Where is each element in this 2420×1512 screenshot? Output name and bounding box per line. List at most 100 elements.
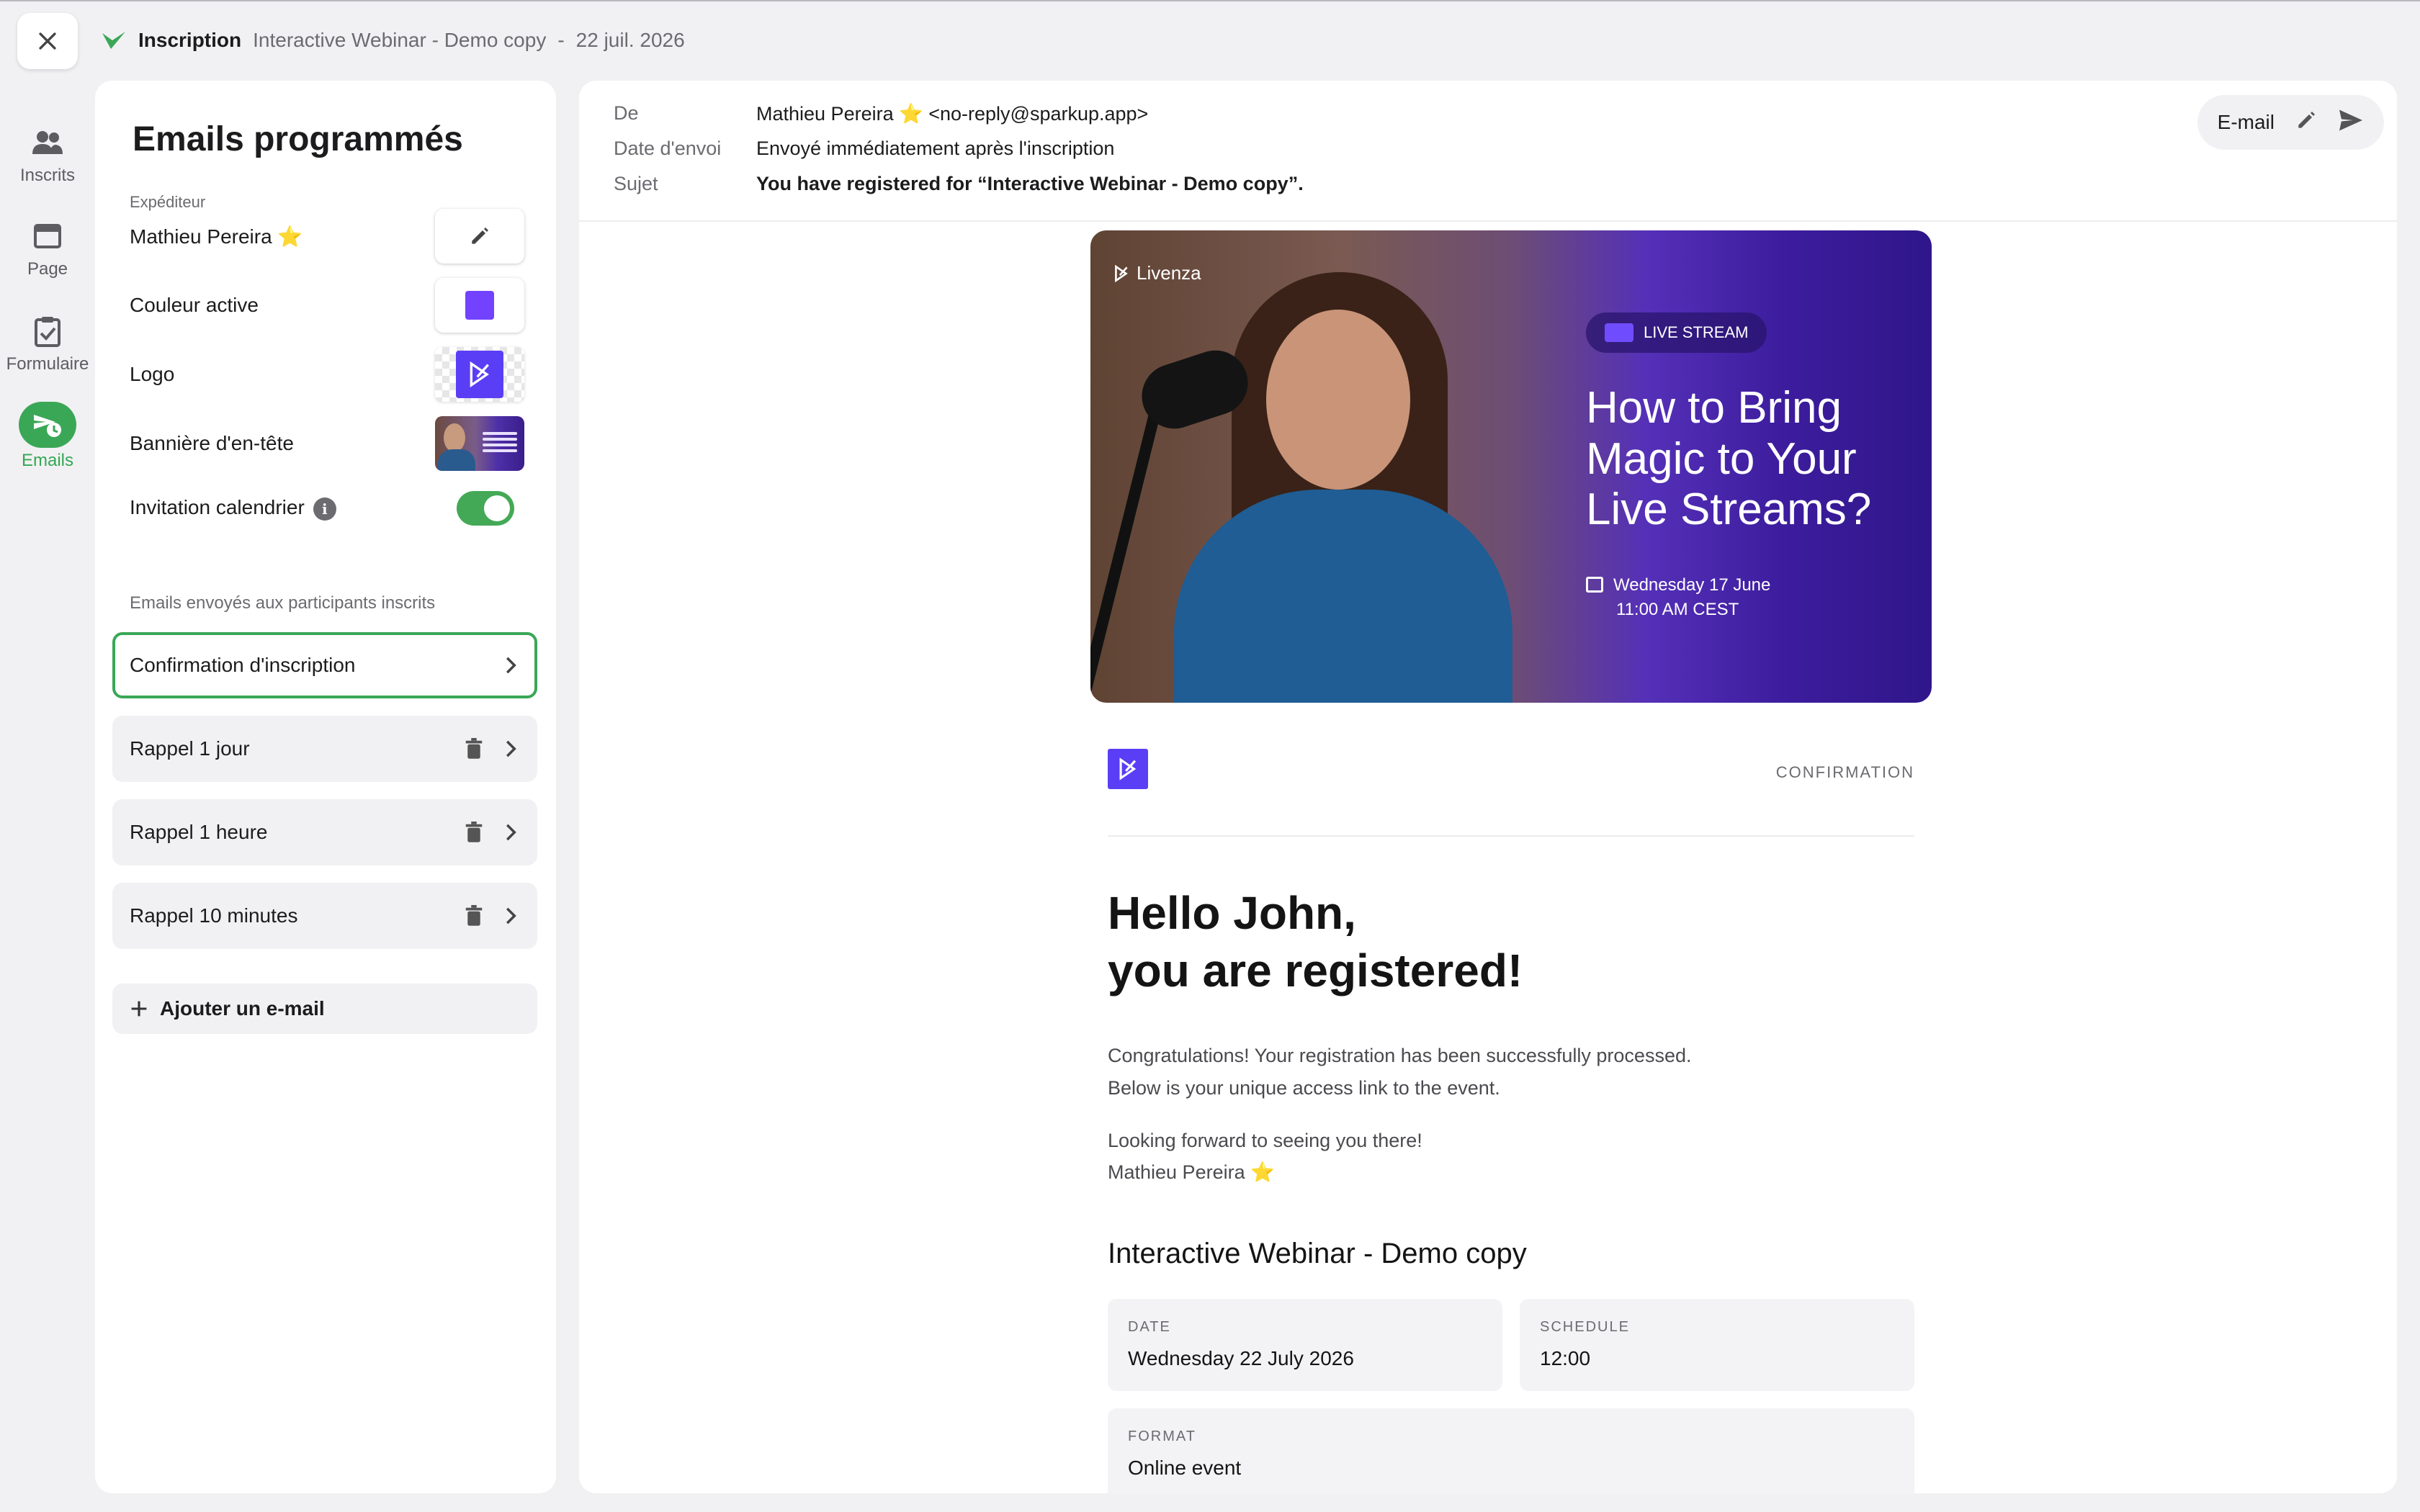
schedule-card: SCHEDULE 12:00 xyxy=(1520,1299,1914,1392)
nav-item-inscrits[interactable]: Inscrits xyxy=(0,122,95,186)
email-actions: E-mail xyxy=(2197,95,2384,150)
top-border xyxy=(0,0,2420,1)
nav-label-inscrits: Inscrits xyxy=(19,166,75,185)
email-logo-row: CONFIRMATION xyxy=(1108,703,1914,837)
chevron-right-icon xyxy=(503,656,520,675)
sender-row: Mathieu Pereira ⭐ xyxy=(130,207,524,265)
event-title: Interactive Webinar - Demo copy xyxy=(1108,1238,1527,1270)
live-stream-badge: LIVE STREAM xyxy=(1586,312,1767,353)
nav-label-formulaire: Formulaire xyxy=(6,354,89,374)
edit-sender-button[interactable] xyxy=(435,209,524,264)
email-item-confirmation[interactable]: Confirmation d'inscription xyxy=(112,632,537,698)
greeting-line-1: Hello John, xyxy=(1108,887,1356,939)
email-action-label: E-mail xyxy=(2217,111,2275,133)
add-email-label: Ajouter un e-mail xyxy=(160,997,325,1020)
scheduled-emails-panel: Emails programmés Expéditeur Mathieu Per… xyxy=(95,81,556,1493)
trash-icon[interactable] xyxy=(460,822,488,843)
breadcrumb: Inscription Interactive Webinar - Demo c… xyxy=(101,24,685,56)
chevron-right-icon xyxy=(503,906,520,925)
banner-row: Bannière d'en-tête xyxy=(130,415,524,472)
add-email-button[interactable]: Ajouter un e-mail xyxy=(112,984,537,1034)
pencil-icon xyxy=(472,228,488,244)
banner-time: 11:00 AM CEST xyxy=(1616,599,1739,619)
event-date: 22 juil. 2026 xyxy=(575,29,685,51)
schedule-card-key: SCHEDULE xyxy=(1540,1319,1630,1336)
trash-icon[interactable] xyxy=(460,905,488,927)
nav-item-page[interactable]: Page xyxy=(0,216,95,279)
nav-label-page: Page xyxy=(27,259,68,279)
brand-logo-icon xyxy=(1108,749,1148,789)
date-card: DATE Wednesday 22 July 2026 xyxy=(1108,1299,1502,1392)
format-card: FORMAT Online event xyxy=(1108,1408,1914,1493)
live-badge-label: LIVE STREAM xyxy=(1644,323,1749,341)
date-card-value: Wednesday 22 July 2026 xyxy=(1128,1347,1354,1370)
nav-item-emails[interactable]: Emails xyxy=(0,402,95,471)
banner-brand: Livenza xyxy=(1112,262,1201,284)
edit-email-button[interactable] xyxy=(2295,109,2318,137)
sender-name: Mathieu Pereira ⭐ xyxy=(130,225,303,248)
email-item-reminder-1-day[interactable]: Rappel 1 jour xyxy=(112,716,537,782)
calendar-icon xyxy=(1586,577,1603,593)
send-date-value: Envoyé immédiatement après l'inscription xyxy=(756,138,1115,159)
calendar-label: Invitation calendrier xyxy=(130,496,305,519)
email-item-reminder-10-min[interactable]: Rappel 10 minutes xyxy=(112,883,537,949)
date-card-key: DATE xyxy=(1128,1319,1171,1336)
format-card-key: FORMAT xyxy=(1128,1428,1196,1445)
from-value: Mathieu Pereira ⭐ <no-reply@sparkup.app> xyxy=(756,103,1149,125)
calendar-toggle[interactable] xyxy=(457,491,514,526)
video-camera-icon xyxy=(1605,323,1634,342)
signoff-line-1: Looking forward to seeing you there! xyxy=(1108,1129,1422,1151)
logo-row: Logo xyxy=(130,346,524,403)
logo-label: Logo xyxy=(130,363,175,385)
email-item-label: Confirmation d'inscription xyxy=(130,654,356,676)
people-icon xyxy=(27,122,68,163)
email-meta-header: De Mathieu Pereira ⭐ <no-reply@sparkup.a… xyxy=(579,81,2397,222)
nav-item-formulaire[interactable]: Formulaire xyxy=(0,311,95,374)
close-button[interactable] xyxy=(17,13,78,69)
email-item-reminder-1-hour[interactable]: Rappel 1 heure xyxy=(112,799,537,865)
breadcrumb-separator: - xyxy=(557,29,565,51)
event-name: Interactive Webinar - Demo copy xyxy=(253,29,547,51)
send-date-label: Date d'envoi xyxy=(614,138,722,159)
clipboard-check-icon xyxy=(27,311,68,351)
format-card-value: Online event xyxy=(1128,1457,1242,1480)
close-icon xyxy=(39,32,56,50)
emails-section-label: Emails envoyés aux participants inscrits xyxy=(130,593,436,613)
banner-label: Bannière d'en-tête xyxy=(130,432,294,454)
active-color-picker[interactable] xyxy=(435,278,524,333)
greeting-heading: Hello John, you are registered! xyxy=(1108,884,1914,999)
schedule-card-value: 12:00 xyxy=(1540,1347,1591,1370)
greeting-line-2: you are registered! xyxy=(1108,945,1523,996)
email-type-tag: CONFIRMATION xyxy=(1775,763,1914,781)
send-icon xyxy=(2339,109,2362,131)
intro-line-1: Congratulations! Your registration has b… xyxy=(1108,1045,1692,1066)
logo-upload[interactable] xyxy=(435,347,524,402)
window-icon xyxy=(27,216,68,256)
banner-upload[interactable] xyxy=(435,416,524,471)
subject-value: You have registered for “Interactive Web… xyxy=(756,173,1304,194)
calendar-label-wrap: Invitation calendrier i xyxy=(130,496,336,521)
from-label: De xyxy=(614,102,639,124)
send-test-button[interactable] xyxy=(2338,109,2364,137)
brand-logo-icon xyxy=(1115,264,1128,282)
color-swatch xyxy=(465,291,494,320)
brand-logo-icon xyxy=(456,351,503,398)
active-color-row: Couleur active xyxy=(130,276,524,334)
app-logo-icon xyxy=(102,32,125,49)
page-title: Inscription xyxy=(138,29,242,51)
intro-line-2: Below is your unique access link to the … xyxy=(1108,1076,1500,1099)
nav-label-emails: Emails xyxy=(21,451,73,470)
plus-icon xyxy=(131,1001,147,1017)
pencil-icon xyxy=(2298,111,2315,128)
active-color-label: Couleur active xyxy=(130,294,259,316)
banner-brand-name: Livenza xyxy=(1137,262,1201,284)
banner-datetime: Wednesday 17 June 11:00 AM CEST xyxy=(1586,573,1770,621)
scheduled-email-icon xyxy=(19,402,76,448)
panel-title: Emails programmés xyxy=(133,120,463,158)
email-preview-pane: De Mathieu Pereira ⭐ <no-reply@sparkup.a… xyxy=(579,81,2397,1493)
info-icon[interactable]: i xyxy=(313,497,336,521)
subject-label: Sujet xyxy=(614,173,658,194)
signoff-name: Mathieu Pereira ⭐ xyxy=(1108,1161,1275,1184)
trash-icon[interactable] xyxy=(460,738,488,760)
email-item-label: Rappel 10 minutes xyxy=(130,904,298,927)
